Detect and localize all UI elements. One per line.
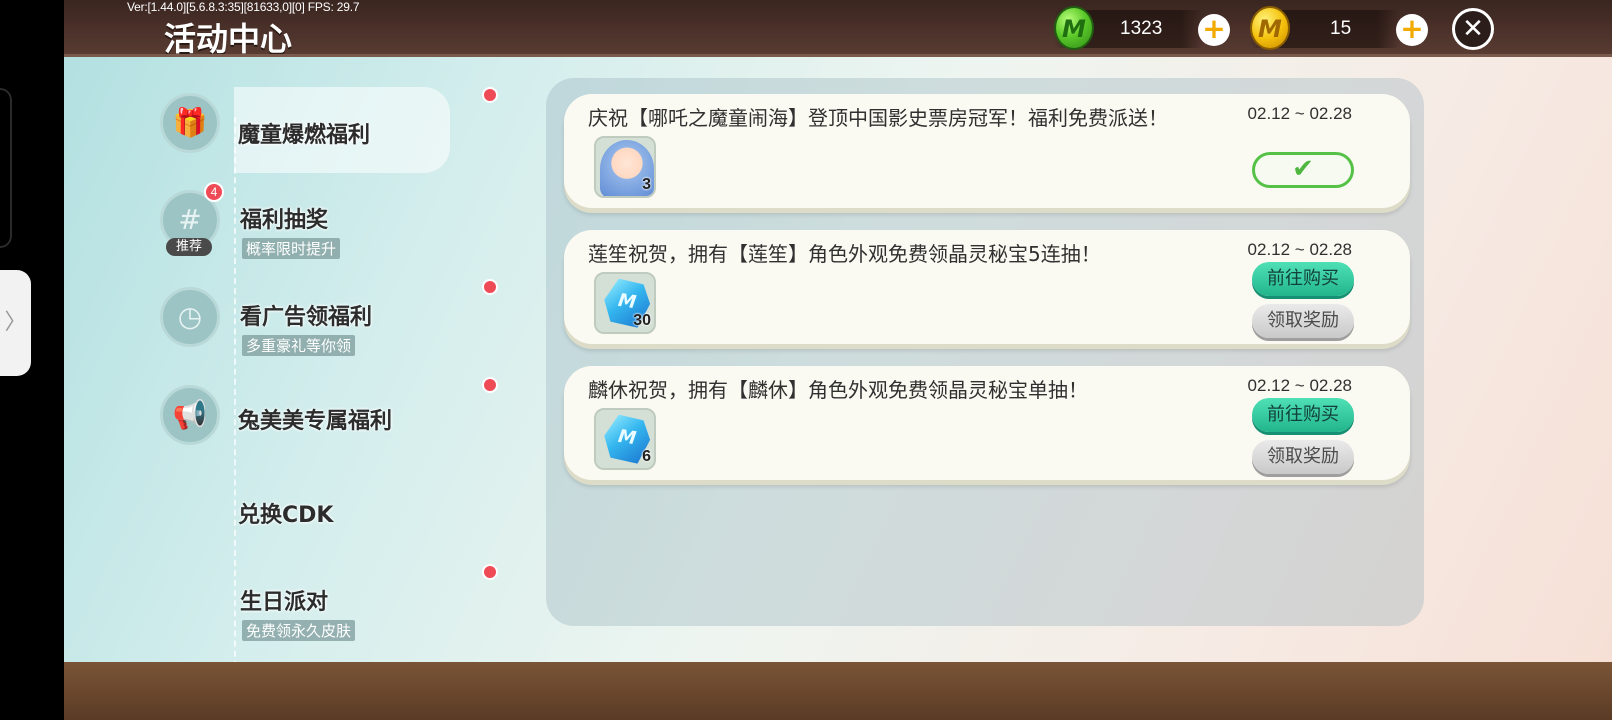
claim-reward-button[interactable]: 领取奖励 — [1252, 440, 1354, 474]
sidebar-item-label: 兑换CDK — [238, 503, 334, 528]
sidebar-item-label: 看广告领福利 — [240, 305, 373, 330]
game-stage: Ver:[1.44.0][5.6.8.3:35][81633,0][0] FPS… — [64, 0, 1612, 720]
gem-counter: M 1323 + — [1054, 6, 1230, 50]
sidebar-item-label: 生日派对 — [240, 590, 329, 615]
side-drawer-tab[interactable]: 〉 — [0, 270, 31, 376]
close-icon: ✕ — [1462, 14, 1484, 44]
claim-reward-button[interactable]: 领取奖励 — [1252, 304, 1354, 338]
sidebar-item-tumeimei-welfare[interactable]: 📢 兔美美专属福利 — [160, 377, 540, 457]
notification-dot — [482, 279, 498, 295]
reward-quantity: 30 — [633, 312, 651, 329]
gift-icon: 🎁 — [160, 93, 220, 153]
notification-dot — [482, 87, 498, 103]
reward-item-slot[interactable]: M 6 — [594, 408, 656, 470]
activity-title: 庆祝【哪吒之魔童闹海】登顶中国影史票房冠军！福利免费派送！ — [588, 106, 1168, 130]
page-title: 活动中心 — [164, 20, 293, 58]
background-floor — [64, 662, 1612, 720]
activity-card: 莲笙祝贺，拥有【莲笙】角色外观免费领晶灵秘宝5连抽！ 02.12 ~ 02.28… — [564, 230, 1410, 344]
activity-title: 麟休祝贺，拥有【麟休】角色外观免费领晶灵秘宝单抽！ — [588, 378, 1088, 402]
sidebar-item-mo-tong-welfare[interactable]: 🎁 魔童爆燃福利 — [160, 87, 540, 163]
notification-dot — [482, 377, 498, 393]
activity-date: 02.12 ~ 02.28 — [1247, 240, 1352, 259]
activity-date: 02.12 ~ 02.28 — [1247, 376, 1352, 395]
recommend-tag: 推荐 — [166, 238, 212, 256]
lottery-count-badge: 4 — [204, 182, 224, 202]
gold-coin-icon: M — [1250, 6, 1290, 50]
chevron-right-icon: 〉 — [4, 310, 27, 335]
add-coins-button[interactable]: + — [1396, 14, 1428, 46]
screen-edge-outline — [0, 88, 12, 248]
debug-version-text: Ver:[1.44.0][5.6.8.3:35][81633,0][0] FPS… — [127, 0, 360, 14]
sidebar-item-subtitle: 概率限时提升 — [242, 238, 341, 259]
claimed-check-button[interactable]: ✔ — [1252, 152, 1354, 188]
notification-dot — [482, 564, 498, 580]
add-gems-button[interactable]: + — [1198, 14, 1230, 46]
green-gem-icon: M — [1054, 6, 1094, 50]
sidebar-item-subtitle: 多重豪礼等你领 — [242, 335, 356, 356]
sidebar-item-birthday-party[interactable]: 生日派对 免费领永久皮肤 — [160, 564, 540, 656]
sidebar-item-label: 魔童爆燃福利 — [238, 123, 371, 148]
coin-value: 15 — [1330, 18, 1352, 39]
sidebar-item-label: 福利抽奖 — [240, 208, 329, 233]
sidebar-item-lottery[interactable]: # 4 推荐 福利抽奖 概率限时提升 — [160, 182, 540, 262]
sidebar-item-label: 兔美美专属福利 — [238, 409, 393, 434]
top-bar: Ver:[1.44.0][5.6.8.3:35][81633,0][0] FPS… — [64, 0, 1612, 58]
reward-item-slot[interactable]: 3 — [594, 136, 656, 198]
reward-quantity: 3 — [642, 176, 651, 193]
activity-title: 莲笙祝贺，拥有【莲笙】角色外观免费领晶灵秘宝5连抽！ — [588, 242, 1101, 266]
activity-card: 庆祝【哪吒之魔童闹海】登顶中国影史票房冠军！福利免费派送！ 02.12 ~ 02… — [564, 94, 1410, 208]
reward-quantity: 6 — [642, 448, 651, 465]
close-button[interactable]: ✕ — [1452, 8, 1494, 50]
activity-card: 麟休祝贺，拥有【麟休】角色外观免费领晶灵秘宝单抽！ 02.12 ~ 02.28 … — [564, 366, 1410, 480]
sidebar-item-redeem-cdk[interactable]: 兑换CDK — [160, 497, 540, 537]
clock-icon: ◷ — [160, 287, 220, 347]
activity-date: 02.12 ~ 02.28 — [1247, 104, 1352, 123]
go-purchase-button[interactable]: 前往购买 — [1252, 398, 1354, 432]
checkmark-icon: ✔ — [1292, 154, 1314, 184]
reward-item-slot[interactable]: M 30 — [594, 272, 656, 334]
sidebar-item-subtitle: 免费领永久皮肤 — [242, 620, 356, 641]
gem-value: 1323 — [1120, 18, 1163, 39]
coin-counter: M 15 + — [1250, 6, 1428, 50]
sidebar-item-ad-rewards[interactable]: ◷ 看广告领福利 多重豪礼等你领 — [160, 279, 540, 359]
go-purchase-button[interactable]: 前往购买 — [1252, 262, 1354, 296]
megaphone-icon: 📢 — [160, 385, 220, 445]
